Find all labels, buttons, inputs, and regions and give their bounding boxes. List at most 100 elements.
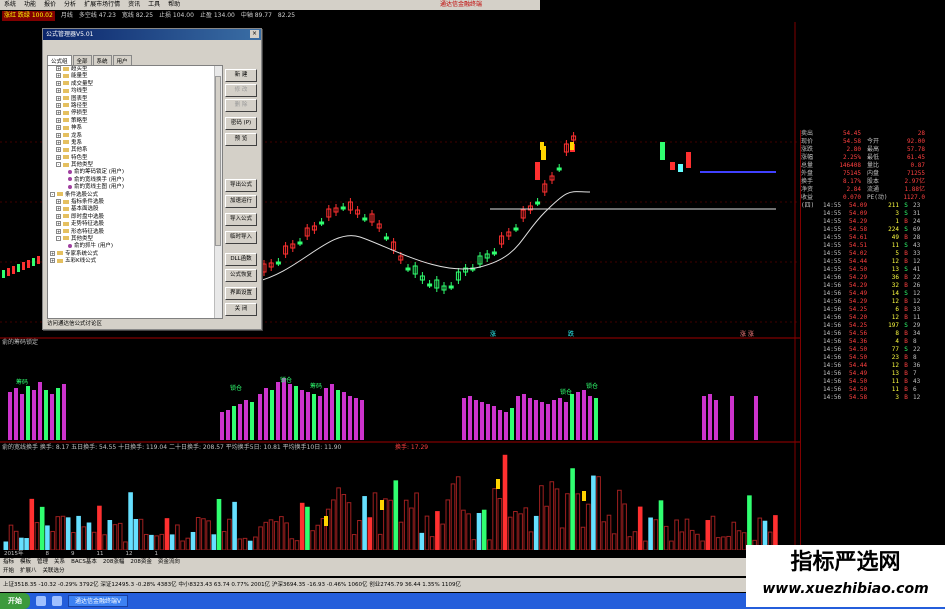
- bottom-tab[interactable]: BACS基本: [71, 558, 97, 567]
- dialog-titlebar[interactable]: 公式管理器V5.01 ×: [43, 29, 261, 40]
- dialog-button[interactable]: 新 建: [225, 69, 257, 82]
- quicklaunch-icon[interactable]: [52, 596, 62, 606]
- menu-item[interactable]: 分析: [64, 0, 76, 10]
- expand-icon[interactable]: +: [50, 258, 55, 264]
- tree-item[interactable]: + 走势特征选股: [48, 221, 222, 228]
- tick-count: 8: [913, 354, 917, 361]
- expand-icon[interactable]: +: [56, 80, 61, 86]
- tick-price: 54.20: [849, 314, 868, 321]
- collapse-icon[interactable]: -: [50, 191, 55, 197]
- expand-icon[interactable]: +: [56, 154, 61, 160]
- dialog-button[interactable]: 修 改: [225, 84, 257, 97]
- tick-side: B: [904, 386, 908, 393]
- tree-item[interactable]: + 基本面选股: [48, 206, 222, 213]
- formula-manager-dialog[interactable]: 公式管理器V5.01 × 公式组 全部 系统 用户 + 超买型 + 能量型 + 成交量型 + 均线型…: [42, 28, 271, 330]
- time-scale: 2015年 8 9 11 12 1: [0, 550, 800, 558]
- bottom-tab[interactable]: 资金流向: [158, 558, 180, 567]
- dialog-button[interactable]: 导出公式: [225, 179, 257, 192]
- dialog-button[interactable]: 界面设置: [225, 287, 257, 300]
- expand-icon[interactable]: +: [56, 132, 61, 138]
- dialog-button[interactable]: 密码 (P): [225, 117, 257, 130]
- menu-item[interactable]: 扩展市场行情: [84, 0, 120, 10]
- tick-side: S: [904, 202, 908, 209]
- menu-item[interactable]: 工具: [148, 0, 160, 10]
- dialog-button[interactable]: 临时导入: [225, 231, 257, 244]
- expand-icon[interactable]: +: [56, 117, 61, 123]
- dialog-button[interactable]: 加速运行: [225, 195, 257, 208]
- expand-icon[interactable]: +: [56, 73, 61, 79]
- dialog-button[interactable]: 公式恢复: [225, 269, 257, 282]
- close-icon[interactable]: ×: [250, 30, 259, 38]
- tree-item[interactable]: + 其他系: [48, 147, 222, 154]
- tree-item[interactable]: + 停损型: [48, 110, 222, 117]
- expand-icon[interactable]: +: [56, 221, 61, 227]
- tick-time: 14:56: [823, 298, 842, 305]
- bottom-tab[interactable]: 模板: [20, 558, 31, 567]
- expand-icon[interactable]: +: [56, 228, 61, 234]
- dialog-button[interactable]: 预 览: [225, 133, 257, 146]
- preview-checkbox[interactable]: ☐ 广共联预测: [265, 151, 271, 197]
- expand-icon[interactable]: +: [56, 95, 61, 101]
- start-button[interactable]: 开始: [0, 593, 30, 609]
- bottom-tab[interactable]: 关联选分: [43, 567, 65, 576]
- tree-item[interactable]: + 龙系: [48, 132, 222, 140]
- expand-icon[interactable]: +: [56, 110, 61, 116]
- pane-annotation: 锁仓: [230, 384, 242, 392]
- menu-item[interactable]: 报价: [44, 0, 56, 10]
- expand-icon[interactable]: +: [56, 139, 61, 145]
- tree-item[interactable]: 俞的筹码锁定 (用户): [48, 169, 222, 176]
- candle-body: [535, 162, 540, 180]
- forum-link[interactable]: 访问通达信公式讨论区: [47, 319, 102, 327]
- tree-item[interactable]: + 特色型: [48, 154, 222, 162]
- expand-icon[interactable]: +: [56, 199, 61, 205]
- expand-icon[interactable]: +: [56, 125, 61, 131]
- indicator-value: 月线: [60, 12, 73, 19]
- tree-item[interactable]: + 均线型: [48, 88, 222, 95]
- collapse-icon[interactable]: -: [56, 162, 61, 168]
- bottom-tab[interactable]: 208涨幅: [103, 558, 125, 567]
- expand-icon[interactable]: +: [56, 88, 61, 94]
- tree-item[interactable]: + 神系: [48, 125, 222, 132]
- bottom-tab[interactable]: 关系: [54, 558, 65, 567]
- bottom-tab[interactable]: 管理: [37, 558, 48, 567]
- taskbar-app-item[interactable]: 通达信金融终端V: [68, 595, 129, 607]
- dialog-title: 公式管理器V5.01: [46, 31, 94, 38]
- bottom-tab[interactable]: 指标: [3, 558, 14, 567]
- candle-body: [513, 227, 519, 231]
- expand-icon[interactable]: +: [56, 102, 61, 108]
- bottom-tab[interactable]: 扩展八: [20, 567, 37, 576]
- tree-item[interactable]: 俞的抓牛 (用户): [48, 243, 222, 250]
- tree-item[interactable]: + 图表型: [48, 95, 222, 103]
- tick-price: 54.09: [849, 202, 868, 209]
- tick-price: 54.50: [849, 266, 868, 273]
- expand-icon[interactable]: +: [56, 147, 61, 153]
- quicklaunch-icon[interactable]: [36, 596, 46, 606]
- bottom-tab[interactable]: 208资金: [130, 558, 152, 567]
- tick-side: S: [904, 226, 908, 233]
- dialog-button[interactable]: 删 除: [225, 99, 257, 112]
- menu-item[interactable]: 资讯: [128, 0, 140, 10]
- menu-item[interactable]: 系统: [4, 0, 16, 10]
- collapse-icon[interactable]: -: [56, 235, 61, 241]
- tree-item[interactable]: 俞的宽线主图 (用户): [48, 184, 222, 191]
- formula-tree[interactable]: + 超买型 + 能量型 + 成交量型 + 均线型 + 图表型 + 路径型 + 停损型 + 策略型 + 神系 + 龙系 +…: [47, 65, 223, 319]
- bottom-tab[interactable]: 开始: [3, 567, 14, 576]
- menu-item[interactable]: 帮助: [168, 0, 180, 10]
- dialog-button[interactable]: 导入公式: [225, 213, 257, 226]
- expand-icon[interactable]: +: [56, 213, 61, 219]
- tree-item[interactable]: + 形态特征选股: [48, 228, 222, 236]
- expand-icon[interactable]: +: [56, 206, 61, 212]
- turnover-bar: [424, 515, 430, 550]
- candle-body: [27, 260, 30, 268]
- dialog-button[interactable]: 关 闭: [225, 303, 257, 316]
- volume-bar: [522, 394, 526, 440]
- expand-icon[interactable]: +: [50, 250, 55, 256]
- quote-value: 0.87: [910, 162, 925, 169]
- turnover-bar: [39, 506, 45, 550]
- menu-item[interactable]: 功能: [24, 0, 36, 10]
- tree-item[interactable]: + 五彩K线公式: [48, 258, 222, 265]
- dialog-button[interactable]: DLL函数: [225, 253, 257, 266]
- tree-item[interactable]: + 能量型: [48, 73, 222, 80]
- expand-icon[interactable]: +: [56, 66, 61, 71]
- tree-item[interactable]: - 条件选股公式: [48, 191, 222, 199]
